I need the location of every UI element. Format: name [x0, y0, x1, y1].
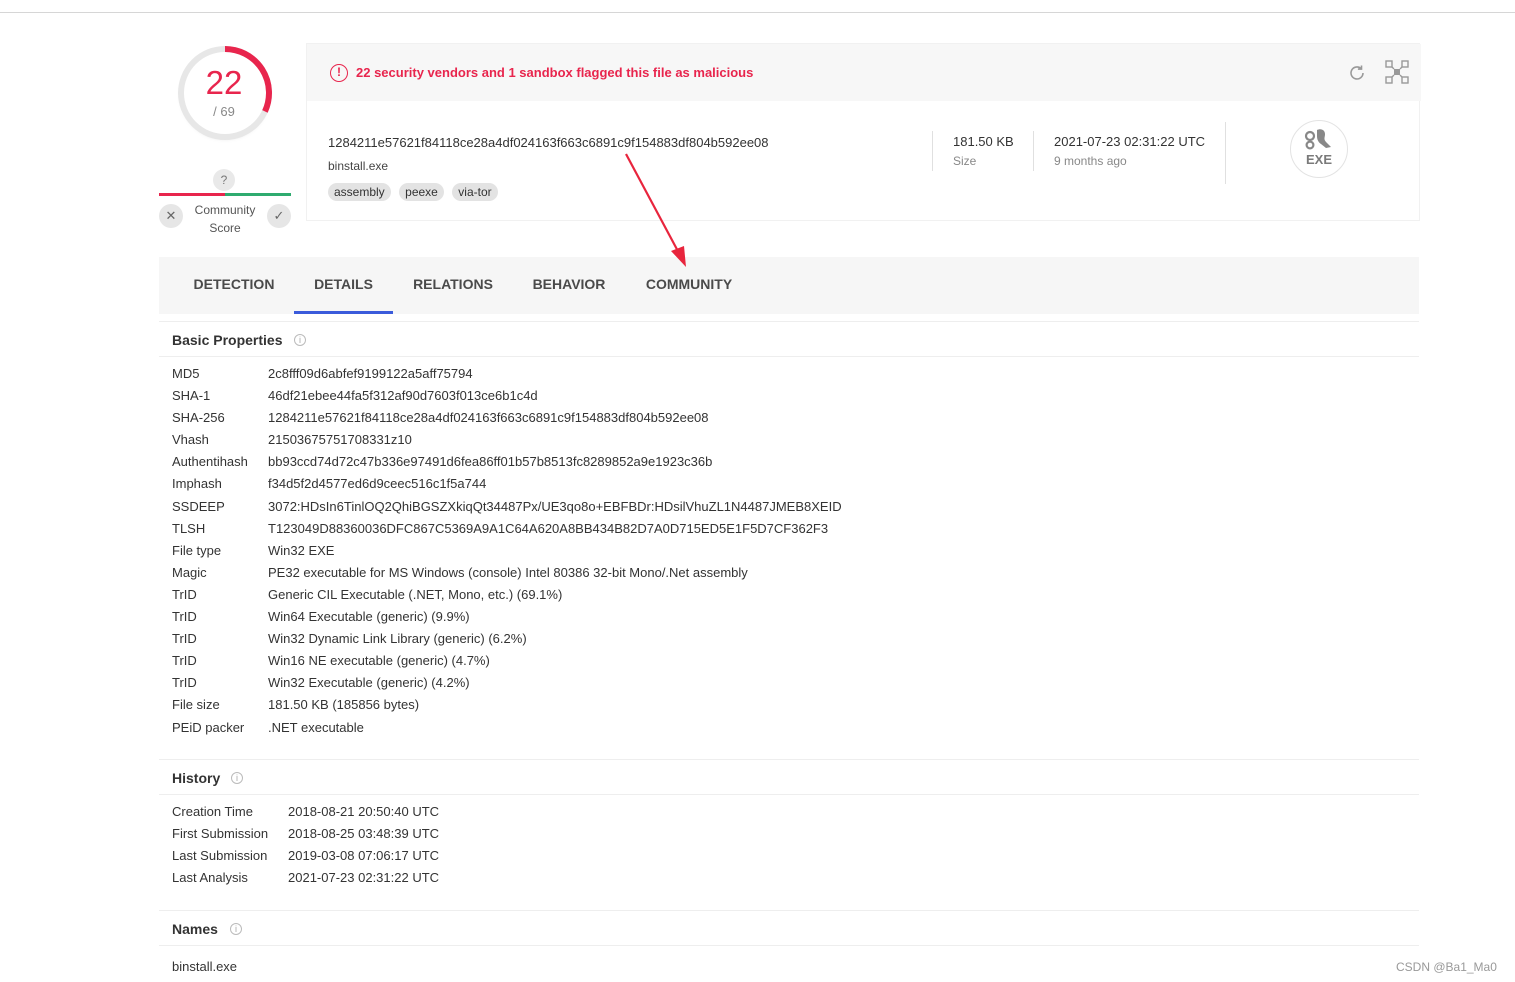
property-key: TrID	[172, 586, 197, 602]
community-score-label: Community Score	[189, 201, 261, 237]
property-key: Imphash	[172, 476, 222, 492]
property-value[interactable]: 21503675751708331z10	[268, 432, 412, 447]
community-score-bar	[159, 193, 291, 196]
property-value[interactable]: Win32 Dynamic Link Library (generic) (6.…	[268, 631, 527, 646]
history-title: History	[172, 770, 221, 786]
property-value[interactable]: bb93ccd74d72c47b336e97491d6fea86ff01b57b…	[268, 454, 712, 469]
property-value[interactable]: Win32 Executable (generic) (4.2%)	[268, 675, 470, 690]
property-value[interactable]: 46df21ebee44fa5f312af90d7603f013ce6b1c4d	[268, 388, 538, 403]
file-name-entry: binstall.exe	[172, 959, 238, 974]
tag-peexe[interactable]: peexe	[399, 183, 444, 201]
property-value[interactable]: f34d5f2d4577ed6d9ceec516c1f5a744	[268, 476, 486, 491]
property-value[interactable]: Win64 Executable (generic) (9.9%)	[268, 609, 470, 624]
property-key: Last Submission	[172, 848, 268, 864]
file-type-text: EXE	[1305, 152, 1332, 167]
basic-properties-header: Basic Properties i	[159, 321, 1419, 357]
divider	[1033, 131, 1034, 171]
tab-relations[interactable]: RELATIONS	[399, 257, 507, 314]
property-key: Authentihash	[172, 454, 248, 470]
property-key: File type	[172, 542, 222, 558]
property-key: MD5	[172, 366, 200, 381]
info-icon[interactable]: i	[231, 772, 243, 784]
divider	[932, 131, 933, 171]
alert-icon: !	[330, 64, 348, 82]
names-title: Names	[172, 921, 218, 937]
info-icon[interactable]: i	[294, 334, 306, 346]
tag-assembly[interactable]: assembly	[328, 183, 391, 201]
history-header: History i	[159, 759, 1419, 795]
analysis-date-value: 2021-07-23 02:31:22 UTC	[1054, 134, 1206, 149]
property-value[interactable]: 3072:HDsIn6TinlOQ2QhiBGSZXkiqQt34487Px/U…	[268, 499, 842, 514]
file-tags: assembly peexe via-tor	[328, 183, 502, 201]
property-key: Magic	[172, 564, 207, 580]
property-key: TLSH	[172, 520, 206, 536]
property-key: PEiD packer	[172, 719, 245, 735]
property-value[interactable]: Generic CIL Executable (.NET, Mono, etc.…	[268, 587, 562, 602]
property-key: TrID	[172, 675, 197, 691]
file-type-exe-icon: EXE	[1290, 120, 1348, 178]
graph-view-icon[interactable]	[1385, 60, 1409, 84]
detections-count: 22	[205, 64, 243, 101]
divider	[1225, 122, 1226, 184]
property-value[interactable]: 2018-08-21 20:50:40 UTC	[288, 804, 439, 819]
analysis-date-relative: 9 months ago	[1054, 154, 1127, 168]
property-key: Creation Time	[172, 804, 253, 819]
file-sha256[interactable]: 1284211e57621f84118ce28a4df024163f663c68…	[328, 135, 769, 150]
property-value[interactable]: T123049D88360036DFC867C5369A9A1C64A620A8…	[268, 521, 828, 536]
detection-score-gauge: 22 / 69	[174, 42, 276, 144]
info-icon[interactable]: i	[230, 923, 242, 935]
property-value[interactable]: .NET executable	[268, 720, 364, 735]
gears-icon	[1304, 129, 1331, 150]
property-key: SHA-1	[172, 388, 211, 404]
file-size-label: Size	[953, 154, 977, 168]
property-value[interactable]: Win16 NE executable (generic) (4.7%)	[268, 653, 490, 668]
alert-text: 22 security vendors and 1 sandbox flagge…	[356, 65, 754, 80]
tab-behavior[interactable]: BEHAVIOR	[519, 257, 619, 314]
file-summary-card: ! 22 security vendors and 1 sandbox flag…	[306, 43, 1421, 221]
property-value[interactable]: 2c8fff09d6abfef9199122a5aff75794	[268, 366, 473, 381]
property-value[interactable]: 2021-07-23 02:31:22 UTC	[288, 870, 439, 885]
tab-detection[interactable]: DETECTION	[179, 257, 289, 314]
engines-total: / 69	[213, 104, 235, 119]
malicious-alert-banner: ! 22 security vendors and 1 sandbox flag…	[307, 44, 1421, 101]
property-key: File size	[172, 697, 220, 713]
property-key: SSDEEP	[172, 498, 225, 514]
file-name: binstall.exe	[328, 159, 389, 173]
community-label-line2: Score	[209, 221, 241, 235]
file-size-value: 181.50 KB	[953, 134, 1014, 149]
property-value[interactable]: 2019-03-08 07:06:17 UTC	[288, 848, 439, 863]
property-key: Last Analysis	[172, 870, 248, 886]
community-negative-bar	[159, 193, 225, 196]
property-value[interactable]: 2018-08-25 03:48:39 UTC	[288, 826, 439, 841]
vote-malicious-button[interactable]: ✕	[159, 204, 183, 228]
basic-properties-title: Basic Properties	[172, 332, 283, 348]
tab-details[interactable]: DETAILS	[294, 257, 393, 314]
names-header: Names i	[159, 910, 1419, 946]
property-key: SHA-256	[172, 410, 225, 426]
annotation-arrow	[625, 153, 686, 267]
property-value[interactable]: Win32 EXE	[268, 543, 334, 558]
property-key: TrID	[172, 609, 197, 625]
property-value[interactable]: 181.50 KB (185856 bytes)	[268, 697, 419, 712]
property-value[interactable]: PE32 executable for MS Windows (console)…	[268, 565, 748, 580]
report-tabs: DETECTION DETAILS RELATIONS BEHAVIOR COM…	[159, 257, 1419, 314]
community-positive-bar	[225, 193, 291, 196]
community-label-line1: Community	[194, 203, 256, 217]
tag-via-tor[interactable]: via-tor	[452, 183, 498, 201]
reanalyze-icon[interactable]	[1347, 63, 1367, 83]
vote-harmless-button[interactable]: ✓	[267, 204, 291, 228]
community-score-help-icon[interactable]: ?	[213, 169, 235, 191]
property-key: Vhash	[172, 432, 209, 448]
property-key: TrID	[172, 653, 197, 669]
property-key: First Submission	[172, 826, 269, 842]
property-value[interactable]: 1284211e57621f84118ce28a4df024163f663c68…	[268, 410, 709, 425]
browser-top-border	[0, 0, 1515, 13]
property-key: TrID	[172, 631, 197, 647]
csdn-watermark: CSDN @Ba1_Ma0	[1396, 960, 1497, 974]
